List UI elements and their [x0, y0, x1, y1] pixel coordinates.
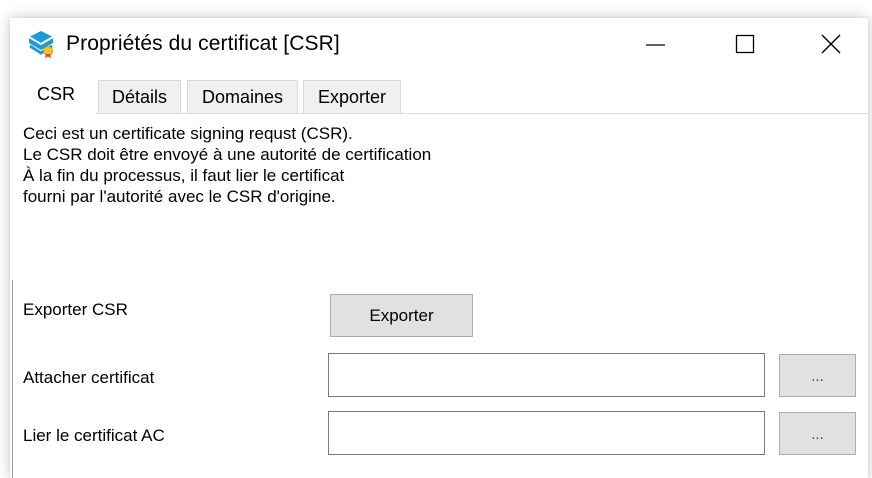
close-icon — [821, 34, 841, 54]
tab-export[interactable]: Exporter — [303, 80, 401, 113]
description-line: fourni par l'autorité avec le CSR d'orig… — [23, 187, 336, 206]
minimize-icon — [646, 44, 665, 46]
envelope-certificate-icon — [28, 31, 54, 58]
tab-domains[interactable]: Domaines — [187, 80, 298, 113]
csr-description: Ceci est un certificate signing requst (… — [23, 123, 431, 207]
tab-strip: CSR Détails Domaines Exporter — [10, 75, 868, 115]
description-line: Ceci est un certificate signing requst (… — [23, 124, 353, 143]
export-csr-button[interactable]: Exporter — [330, 294, 473, 337]
link-ca-certificate-browse-button[interactable]: ... — [779, 412, 856, 455]
export-csr-label: Exporter CSR — [23, 300, 128, 319]
panel-border — [12, 280, 13, 478]
minimize-button[interactable] — [619, 18, 691, 70]
title-bar[interactable]: Propriétés du certificat [CSR] — [10, 18, 868, 75]
certificate-properties-dialog: Propriétés du certificat [CSR] CSR Détai… — [10, 18, 868, 478]
link-ca-certificate-label: Lier le certificat AC — [23, 426, 165, 445]
description-line: Le CSR doit être envoyé à une autorité d… — [23, 145, 432, 164]
description-line: À la fin du processus, il faut lier le c… — [23, 166, 345, 185]
link-ca-certificate-input[interactable] — [328, 411, 765, 455]
window-title: Propriétés du certificat [CSR] — [66, 32, 340, 55]
attach-certificate-input[interactable] — [328, 353, 765, 397]
maximize-button[interactable] — [691, 18, 763, 70]
close-button[interactable] — [780, 18, 852, 70]
tab-details[interactable]: Détails — [98, 80, 181, 113]
maximize-icon — [735, 34, 755, 54]
tab-csr[interactable]: CSR — [16, 75, 96, 115]
screen: Propriétés du certificat [CSR] CSR Détai… — [0, 0, 872, 478]
attach-certificate-label: Attacher certificat — [23, 368, 155, 387]
attach-certificate-browse-button[interactable]: ... — [779, 354, 856, 397]
